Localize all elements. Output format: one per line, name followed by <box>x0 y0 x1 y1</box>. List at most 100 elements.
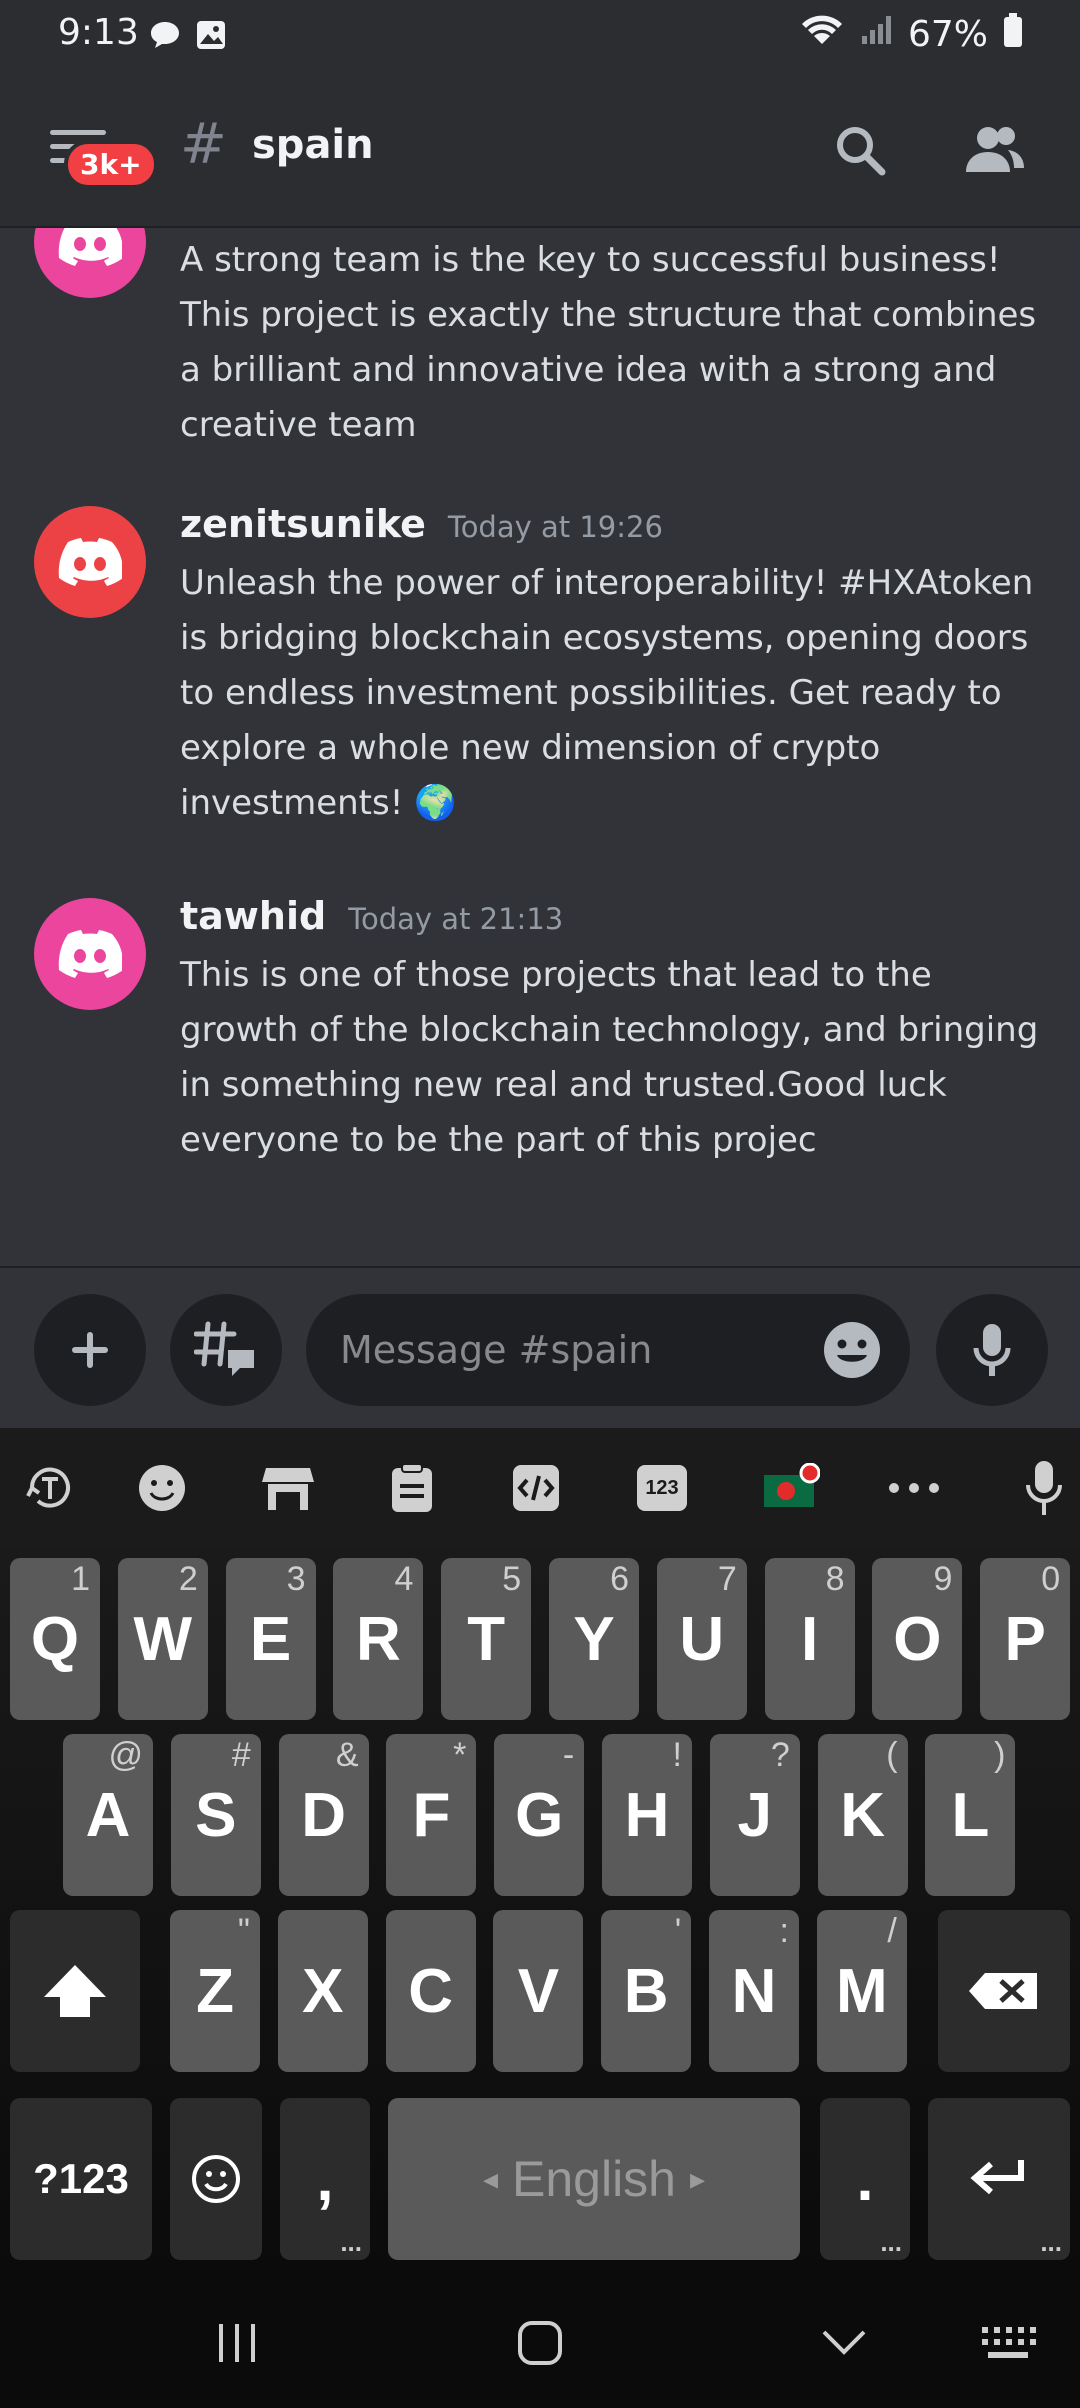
emoji-picker-button[interactable] <box>820 1318 884 1382</box>
key-hint: * <box>453 1736 467 1774</box>
wifi-icon <box>798 12 846 57</box>
home-icon <box>518 2321 562 2365</box>
threads-button[interactable] <box>170 1294 282 1406</box>
threads-icon <box>194 1321 254 1376</box>
channel-header: 3k+ # spain <box>0 70 1080 228</box>
key-w[interactable]: W2 <box>117 1558 208 1720</box>
smiley-icon <box>824 1322 880 1378</box>
emoji-key[interactable] <box>170 2098 262 2260</box>
timestamp: Today at 21:13 <box>348 902 564 936</box>
key-r[interactable]: R4 <box>333 1558 424 1720</box>
avatar[interactable] <box>34 898 146 1010</box>
key-m[interactable]: M / <box>816 1910 907 2072</box>
chevron-down-icon <box>822 2330 866 2355</box>
battery-icon <box>1002 12 1024 57</box>
text-edit-icon[interactable] <box>506 1458 566 1518</box>
timestamp: Today at 19:26 <box>447 510 663 544</box>
keyboard: Q1W2E3R4T5Y6U7I8O9P0 A @ S # D & F * G - H! J? K(L) … <box>0 1548 1080 2274</box>
key-v[interactable]: V <box>493 1910 584 2072</box>
key-hint: / <box>887 1912 897 1950</box>
key-b[interactable]: B ' <box>601 1910 692 2072</box>
key-hint: @ <box>108 1736 143 1774</box>
key-u[interactable]: U7 <box>656 1558 747 1720</box>
key-h[interactable]: H! <box>602 1734 692 1896</box>
members-icon[interactable] <box>962 118 1026 182</box>
return-icon <box>970 2160 1024 2195</box>
backspace-key[interactable] <box>938 1910 1070 2072</box>
key-j[interactable]: J? <box>709 1734 800 1896</box>
key-hint: 6 <box>610 1560 629 1598</box>
store-icon[interactable] <box>258 1458 318 1518</box>
key-e[interactable]: E3 <box>225 1558 316 1720</box>
key-hint: ! <box>672 1736 682 1774</box>
channel-hash-icon: # <box>180 112 227 177</box>
gallery-notification-icon <box>194 18 228 56</box>
flag-sticker-icon[interactable] <box>760 1458 820 1518</box>
system-nav-bar <box>0 2274 1080 2408</box>
battery-percent: 67% <box>907 14 988 55</box>
key-o[interactable]: O9 <box>872 1558 963 1720</box>
globe-emoji: 🌍 <box>414 783 457 823</box>
key-k[interactable]: K( <box>817 1734 908 1896</box>
space-key[interactable]: ◂ English ▸ <box>388 2098 800 2260</box>
recents-icon <box>219 2324 255 2362</box>
more-options-icon[interactable] <box>884 1458 944 1518</box>
key-hint: - <box>562 1736 575 1774</box>
translate-icon[interactable] <box>20 1458 80 1518</box>
avatar[interactable] <box>34 228 146 298</box>
key-a[interactable]: A @ <box>63 1734 153 1896</box>
shift-key[interactable] <box>10 1910 140 2072</box>
key-hint: 4 <box>394 1560 414 1598</box>
key-y[interactable]: Y6 <box>549 1558 639 1720</box>
key-q[interactable]: Q1 <box>10 1558 100 1720</box>
hide-keyboard-button[interactable] <box>804 2308 884 2378</box>
key-hint: 7 <box>717 1560 737 1598</box>
key-f[interactable]: F * <box>386 1734 477 1896</box>
clipboard-icon[interactable] <box>382 1458 442 1518</box>
unread-badge: 3k+ <box>64 140 158 189</box>
key-i[interactable]: I8 <box>764 1558 855 1720</box>
channel-name[interactable]: spain <box>252 122 374 168</box>
key-hint: 0 <box>1041 1560 1061 1598</box>
key-s[interactable]: S # <box>170 1734 261 1896</box>
keyboard-switch-button[interactable] <box>968 2308 1048 2378</box>
key-hint: ? <box>770 1736 790 1774</box>
period-key[interactable]: . ... <box>820 2098 910 2260</box>
key-hint: : <box>779 1912 789 1950</box>
key-x[interactable]: X <box>277 1910 368 2072</box>
key-c[interactable]: C <box>385 1910 476 2072</box>
key-hint: ) <box>994 1736 1006 1774</box>
voice-message-button[interactable] <box>936 1294 1048 1406</box>
key-n[interactable]: N: <box>709 1910 799 2072</box>
home-button[interactable] <box>500 2308 580 2378</box>
key-hint: # <box>231 1736 251 1774</box>
voice-input-icon[interactable] <box>1014 1458 1074 1518</box>
smiley-icon <box>192 2155 240 2203</box>
enter-key[interactable]: ... <box>928 2098 1070 2260</box>
author-name[interactable]: tawhid <box>180 894 326 938</box>
symbols-key[interactable]: ?123 <box>10 2098 152 2260</box>
key-hint: 5 <box>502 1560 522 1598</box>
search-icon[interactable] <box>828 118 892 182</box>
key-g[interactable]: G- <box>494 1734 585 1896</box>
status-bar: 9:13 67% <box>0 0 1080 70</box>
signal-icon <box>860 14 894 55</box>
numbers-toolbar-button[interactable]: 123 <box>632 1458 692 1518</box>
key-hint: 8 <box>825 1560 845 1598</box>
recent-apps-button[interactable] <box>198 2308 278 2378</box>
add-attachment-button[interactable] <box>34 1294 146 1406</box>
key-d[interactable]: D & <box>278 1734 369 1896</box>
comma-key[interactable]: , ... <box>280 2098 370 2260</box>
avatar[interactable] <box>34 506 146 618</box>
shift-arrow-icon <box>44 1965 106 2017</box>
microphone-icon <box>973 1324 1011 1376</box>
key-t[interactable]: T5 <box>441 1558 532 1720</box>
key-z[interactable]: Z " <box>170 1910 260 2072</box>
message-list[interactable]: A strong team is the key to successful b… <box>0 228 1080 1266</box>
emoji-icon[interactable] <box>132 1458 192 1518</box>
key-hint: & <box>335 1736 359 1774</box>
key-hint: ' <box>674 1912 682 1950</box>
key-p[interactable]: P0 <box>980 1558 1071 1720</box>
author-name[interactable]: zenitsunike <box>180 502 426 546</box>
key-l[interactable]: L) <box>925 1734 1016 1896</box>
